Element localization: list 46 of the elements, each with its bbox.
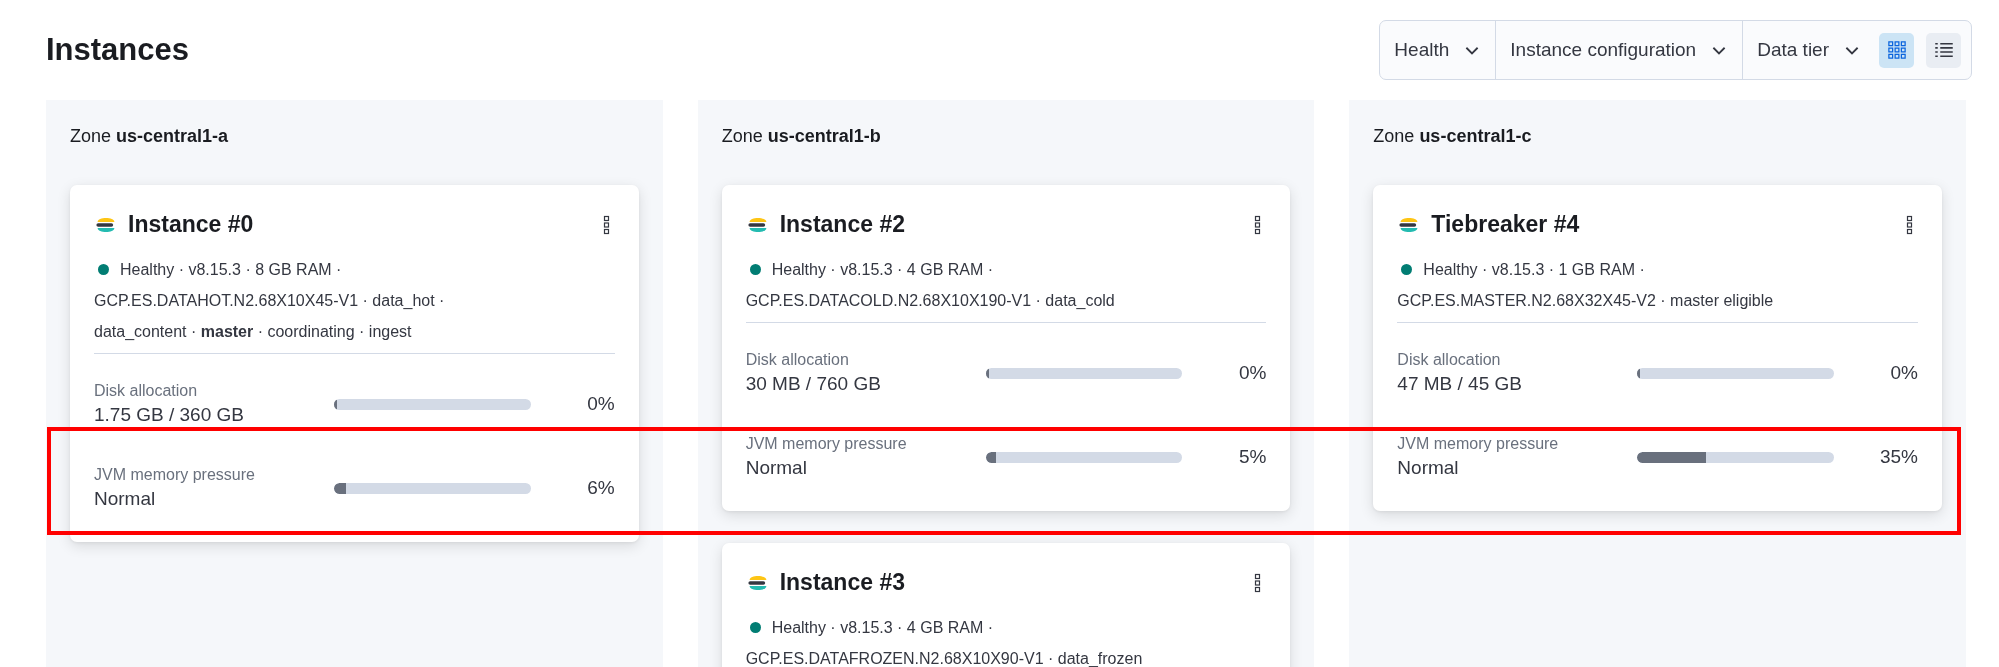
zone-label: Zone us-central1-c (1373, 126, 1533, 147)
instance-status: Healthy · v8.15.3 · 4 GB RAM · (771, 618, 994, 638)
instance-title: Instance #3 (779, 569, 906, 596)
list-icon (1933, 40, 1954, 60)
instance-status: Healthy · v8.15.3 · 8 GB RAM · (120, 260, 342, 280)
instance-details: data_content · master · coordinating · ingest (94, 322, 413, 342)
instance-status: Healthy · v8.15.3 · 1 GB RAM · (1423, 260, 1645, 280)
instance-details: GCP.ES.DATAFROZEN.N2.68X10X90-V1 · data_frozen (745, 649, 1144, 667)
status-dot (749, 622, 761, 633)
status-dot (98, 264, 109, 275)
metric-percent: 6% (586, 477, 615, 499)
metric-value: 30 MB / 760 GB (745, 373, 882, 395)
filter-dropdown[interactable]: Health (1380, 21, 1497, 79)
instance-title: Instance #2 (779, 211, 906, 238)
metric-percent: 5% (1237, 446, 1267, 468)
metric-percent: 0% (586, 393, 615, 415)
metric-value: 1.75 GB / 360 GB (94, 404, 245, 426)
grid-icon (1886, 40, 1907, 60)
instance-details: GCP.ES.DATACOLD.N2.68X10X190-V1 · data_cold (745, 291, 1116, 311)
metric-value: Normal (745, 457, 808, 479)
metric-percent: 0% (1237, 362, 1267, 384)
instance-status: Healthy · v8.15.3 · 4 GB RAM · (771, 260, 994, 280)
metric-label: JVM memory pressure (94, 466, 256, 484)
instance-title: Instance #0 (128, 211, 255, 238)
metric-label: JVM memory pressure (745, 435, 908, 453)
metric-label: Disk allocation (745, 351, 850, 369)
instance-details: GCP.ES.DATAHOT.N2.68X10X45-V1 · data_hot · (94, 291, 446, 311)
metric-value: Normal (94, 488, 157, 510)
metric-percent: 35% (1879, 446, 1918, 468)
grid-view-button[interactable] (1879, 32, 1914, 68)
filter-dropdown[interactable]: Instance configuration (1496, 21, 1744, 79)
metric-value: 47 MB / 45 GB (1397, 373, 1523, 395)
status-dot (749, 264, 761, 275)
metric-percent: 0% (1889, 362, 1918, 384)
instance-title: Tiebreaker #4 (1431, 211, 1581, 238)
metric-label: JVM memory pressure (1397, 435, 1560, 453)
metric-value: Normal (1397, 457, 1460, 479)
status-dot (1401, 264, 1413, 275)
filter-dropdown[interactable]: Data tier (1743, 21, 1875, 79)
instance-details: GCP.ES.MASTER.N2.68X32X45-V2 · master eligible (1397, 291, 1775, 311)
metric-label: Disk allocation (1397, 351, 1502, 369)
zone-label: Zone us-central1-a (70, 126, 230, 147)
metric-label: Disk allocation (94, 382, 199, 400)
zone-label: Zone us-central1-b (721, 126, 882, 147)
list-view-button[interactable] (1926, 32, 1961, 68)
page-title: Instances (46, 32, 189, 68)
